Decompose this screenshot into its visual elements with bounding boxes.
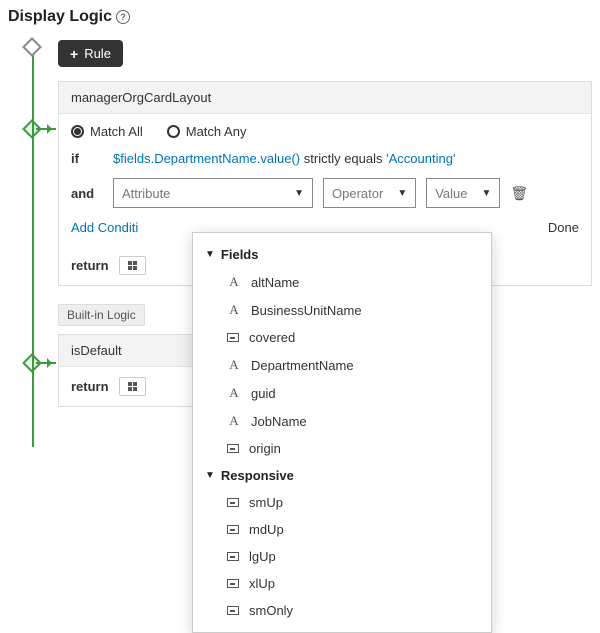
box-type-icon [227, 444, 239, 453]
dropdown-item-JobName[interactable]: A JobName [193, 407, 491, 435]
flow-arrow-rule [36, 128, 56, 130]
radio-selected-icon [71, 125, 84, 138]
dropdown-item-guid[interactable]: Aguid [193, 379, 491, 407]
add-rule-button[interactable]: + Rule [58, 40, 123, 67]
text-type-icon: A [227, 385, 241, 401]
flow-arrow-default [36, 362, 56, 364]
return-keyword: return [71, 258, 109, 273]
dropdown-item-DepartmentName[interactable]: A DepartmentName [193, 351, 491, 379]
return-keyword: return [71, 379, 109, 394]
flow-line [32, 43, 34, 447]
group-responsive-label: Responsive [221, 468, 294, 483]
box-type-icon [227, 333, 239, 342]
dropdown-item-label: JobName [251, 414, 307, 429]
radio-unselected-icon [167, 125, 180, 138]
dropdown-group-fields[interactable]: ▼ Fields [193, 241, 491, 268]
expr-literal: 'Accounting' [386, 151, 455, 166]
operator-label: Operator [332, 186, 383, 201]
page-title: Display Logic ? [8, 8, 592, 26]
if-keyword: if [71, 151, 103, 166]
dropdown-item-smOnly[interactable]: smOnly [193, 597, 491, 624]
rule-card-header: managerOrgCardLayout [59, 82, 591, 114]
chevron-down-icon: ▼ [205, 470, 215, 481]
dropdown-item-label: smUp [249, 495, 283, 510]
dropdown-item-xlUp[interactable]: xlUp [193, 570, 491, 597]
layout-icon [128, 261, 137, 270]
dropdown-item-label: DepartmentName [251, 358, 354, 373]
and-keyword: and [71, 186, 103, 201]
built-in-logic-label: Built-in Logic [58, 304, 145, 326]
dropdown-item-lgUp[interactable]: lgUp [193, 543, 491, 570]
match-all-option[interactable]: Match All [71, 124, 143, 139]
dropdown-item-label: BusinessUnitName [251, 303, 362, 318]
match-any-label: Match Any [186, 124, 247, 139]
chevron-down-icon: ▼ [294, 188, 304, 199]
expr-field: $fields.DepartmentName.value() [113, 151, 300, 166]
dropdown-item-altName[interactable]: AaltName [193, 268, 491, 296]
layout-icon [128, 382, 137, 391]
box-type-icon [227, 525, 239, 534]
plus-icon: + [70, 47, 78, 61]
dropdown-item-label: covered [249, 330, 295, 345]
match-mode-row: Match All Match Any [71, 124, 579, 139]
value-label: Value [435, 186, 467, 201]
help-icon[interactable]: ? [116, 10, 130, 24]
text-type-icon: A [227, 302, 241, 318]
box-type-icon [227, 606, 239, 615]
operator-select[interactable]: Operator ▼ [323, 178, 416, 208]
dropdown-item-smUp[interactable]: smUp [193, 489, 491, 516]
dropdown-item-label: altName [251, 275, 299, 290]
attribute-dropdown: ▼ Fields AaltNameABusinessUnitNamecovere… [192, 232, 492, 633]
default-return-chip[interactable] [119, 377, 146, 396]
add-condition-link[interactable]: Add Conditi [71, 220, 138, 235]
dropdown-group-responsive[interactable]: ▼ Responsive [193, 462, 491, 489]
dropdown-item-label: guid [251, 386, 276, 401]
dropdown-item-mdUp[interactable]: mdUp [193, 516, 491, 543]
dropdown-item-origin[interactable]: origin [193, 435, 491, 462]
dropdown-item-label: smOnly [249, 603, 293, 618]
dropdown-item-covered[interactable]: covered [193, 324, 491, 351]
match-all-label: Match All [90, 124, 143, 139]
group-fields-label: Fields [221, 247, 259, 262]
box-type-icon [227, 579, 239, 588]
value-select[interactable]: Value ▼ [426, 178, 500, 208]
dropdown-item-label: lgUp [249, 549, 276, 564]
add-rule-label: Rule [84, 46, 111, 61]
attribute-placeholder: Attribute [122, 186, 170, 201]
return-chip[interactable] [119, 256, 146, 275]
box-type-icon [227, 552, 239, 561]
chevron-down-icon: ▼ [205, 249, 215, 260]
dropdown-item-label: origin [249, 441, 281, 456]
condition-expression[interactable]: $fields.DepartmentName.value() strictly … [113, 151, 455, 166]
text-type-icon: A [227, 274, 241, 290]
box-type-icon [227, 498, 239, 507]
done-button[interactable]: Done [548, 220, 579, 235]
delete-condition-icon[interactable]: 🗑 [510, 185, 528, 202]
attribute-input[interactable]: Attribute ▼ [113, 178, 313, 208]
page-title-text: Display Logic [8, 8, 112, 26]
condition-row-2: and Attribute ▼ Operator ▼ Value ▼ 🗑 [71, 178, 579, 208]
text-type-icon: A [227, 413, 241, 429]
chevron-down-icon: ▼ [482, 188, 492, 199]
condition-row-1: if $fields.DepartmentName.value() strict… [71, 151, 579, 166]
flow-node-start [22, 37, 42, 57]
dropdown-item-label: mdUp [249, 522, 284, 537]
dropdown-item-label: xlUp [249, 576, 275, 591]
text-type-icon: A [227, 357, 241, 373]
match-any-option[interactable]: Match Any [167, 124, 247, 139]
expr-operator: strictly equals [304, 151, 383, 166]
dropdown-item-BusinessUnitName[interactable]: A BusinessUnitName [193, 296, 491, 324]
chevron-down-icon: ▼ [397, 188, 407, 199]
